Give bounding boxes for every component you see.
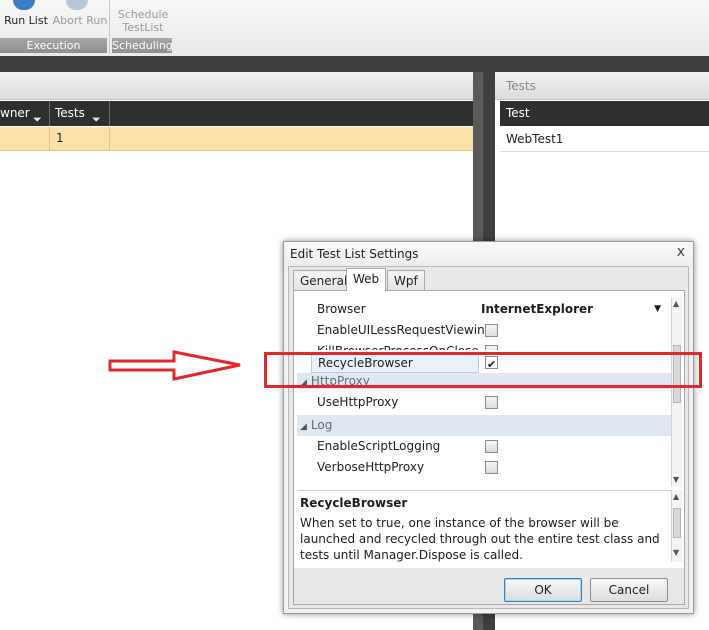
browser-dropdown[interactable]: InternetExplorer ▼ (481, 299, 671, 320)
category-log-label: Log (310, 418, 333, 432)
dialog-body: General Web Wpf Browser InternetExplorer… (288, 266, 689, 609)
property-value (481, 457, 671, 478)
cell-tests: 1 (50, 127, 110, 150)
checkbox[interactable] (485, 440, 498, 453)
description-text: When set to true, one instance of the br… (300, 516, 660, 562)
group-scheduling-label: Scheduling (112, 38, 173, 53)
ribbon-separator (109, 0, 110, 54)
test-lists-header (0, 72, 483, 100)
browser-value: InternetExplorer (481, 302, 594, 316)
property-name: Browser (317, 302, 366, 316)
checkbox[interactable] (485, 345, 498, 350)
tests-panel-header: Tests (495, 72, 709, 100)
property-value (481, 320, 671, 341)
group-execution-label: Execution (0, 38, 107, 53)
column-tests[interactable]: Tests ⏷ (50, 101, 110, 126)
property-row-enable-uiless[interactable]: EnableUILessRequestViewing (297, 320, 671, 341)
chevron-down-icon[interactable]: ▼ (654, 299, 661, 320)
schedule-testlist-button[interactable]: Schedule TestList (113, 8, 173, 34)
scroll-up-icon[interactable]: ▲ (673, 492, 679, 501)
ribbon-bottom-band (0, 56, 709, 72)
checkbox[interactable] (485, 396, 498, 409)
collapse-triangle-icon[interactable]: ◢ (300, 422, 307, 432)
column-tests-label: Tests (55, 106, 85, 120)
column-owner[interactable]: wner ⏷ (0, 101, 50, 126)
property-value (481, 392, 671, 413)
property-row-verbose-httpproxy[interactable]: VerboseHttpProxy (297, 457, 671, 478)
property-row-use-httpproxy[interactable]: UseHttpProxy (297, 392, 671, 413)
run-list-icon (13, 0, 35, 10)
property-name: VerboseHttpProxy (317, 460, 425, 474)
dialog-titlebar[interactable]: Edit Test List Settings x (284, 242, 693, 266)
property-row-browser[interactable]: Browser InternetExplorer ▼ (297, 299, 671, 320)
scroll-up-icon[interactable]: ▲ (673, 299, 679, 308)
checkbox[interactable] (485, 461, 498, 474)
category-log[interactable]: ◢ Log (297, 415, 671, 436)
dialog-button-bar: OK Cancel (294, 568, 684, 604)
property-name: UseHttpProxy (317, 395, 399, 409)
property-grid-scrollbar[interactable]: ▲ ▼ (671, 297, 682, 487)
property-value (481, 341, 671, 350)
cell-owner (0, 127, 50, 150)
abort-run-button[interactable]: Abort Run (52, 14, 108, 27)
property-row-enable-script-logging[interactable]: EnableScriptLogging (297, 436, 671, 457)
close-icon[interactable]: x (677, 244, 685, 260)
property-name: KillBrowserProcessOnClose (297, 341, 479, 350)
test-lists-column-headers: wner ⏷ Tests ⏷ (0, 101, 473, 126)
ribbon: Run List Abort Run Execution Schedule Te… (0, 0, 709, 57)
cancel-button[interactable]: Cancel (590, 578, 668, 602)
annotation-arrow-icon (108, 350, 241, 381)
table-row[interactable]: WebTest1 (500, 127, 709, 152)
property-name: EnableUILessRequestViewing (317, 323, 493, 337)
scroll-down-icon[interactable]: ▼ (673, 475, 679, 484)
category-label: ◢ Log (297, 415, 671, 436)
property-value (481, 436, 671, 457)
table-row[interactable]: 1 (0, 127, 473, 151)
dialog-title: Edit Test List Settings (290, 247, 419, 261)
property-row-kill-browser[interactable]: KillBrowserProcessOnClose (297, 341, 671, 350)
description-title: RecycleBrowser (300, 496, 408, 510)
property-grid: Browser InternetExplorer ▼ EnableUILessR… (297, 297, 671, 487)
description-scrollbar[interactable]: ▲ ▼ (671, 490, 682, 562)
tab-wpf[interactable]: Wpf (387, 270, 425, 291)
tests-panel-title: Tests (506, 79, 536, 93)
column-owner-label: wner (0, 106, 30, 120)
column-test[interactable]: Test (500, 101, 709, 126)
scroll-down-icon[interactable]: ▼ (673, 548, 679, 557)
ok-button[interactable]: OK (504, 578, 582, 602)
checkbox[interactable] (485, 324, 498, 337)
scroll-thumb[interactable] (673, 508, 681, 538)
tab-web[interactable]: Web (346, 268, 387, 291)
edit-test-list-settings-dialog: Edit Test List Settings x General Web Wp… (283, 241, 694, 614)
property-name: EnableScriptLogging (317, 439, 441, 453)
annotation-highlight-box (264, 352, 702, 388)
abort-run-icon (66, 0, 88, 10)
property-description: RecycleBrowser When set to true, one ins… (297, 490, 671, 563)
tab-web-content: Browser InternetExplorer ▼ EnableUILessR… (293, 290, 685, 605)
run-list-button[interactable]: Run List (3, 14, 49, 27)
